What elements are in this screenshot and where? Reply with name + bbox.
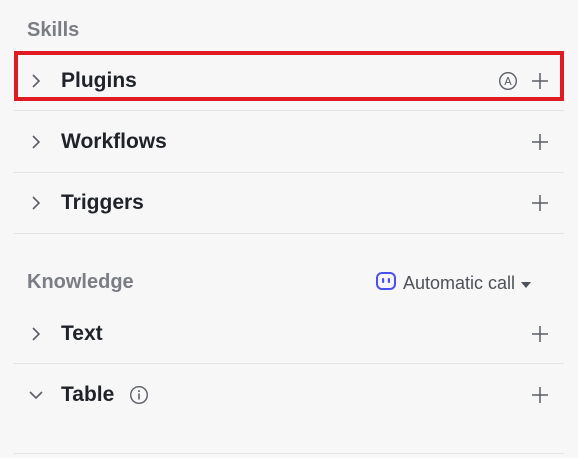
knowledge-row-text[interactable]: Text (14, 304, 564, 364)
skill-row-workflows[interactable]: Workflows (14, 112, 564, 173)
automatic-call-label: Automatic call (403, 273, 516, 293)
knowledge-label-table: Table (61, 382, 115, 406)
knowledge-label-text: Text (61, 321, 103, 345)
chevron-right-icon[interactable] (28, 134, 44, 150)
add-text-plus-icon[interactable] (530, 324, 550, 344)
add-workflow-plus-icon[interactable] (530, 132, 550, 152)
bottom-divider (14, 453, 564, 454)
caret-down-icon (521, 273, 532, 294)
add-table-plus-icon[interactable] (530, 385, 550, 405)
skill-label-workflows: Workflows (61, 130, 167, 153)
knowledge-section-title: Knowledge (27, 271, 134, 293)
skill-label-triggers: Triggers (61, 191, 144, 214)
knowledge-row-table[interactable]: Table (14, 364, 564, 425)
chevron-right-icon[interactable] (28, 326, 44, 342)
skill-label-plugins: Plugins (61, 68, 137, 92)
automatic-call-dropdown[interactable]: Automatic call (375, 271, 532, 296)
svg-text:A: A (504, 75, 512, 88)
skills-section-title: Skills (27, 19, 80, 41)
auto-a-icon[interactable]: A (498, 71, 518, 91)
skill-row-triggers[interactable]: Triggers (14, 173, 564, 234)
chevron-right-icon[interactable] (28, 73, 44, 89)
info-icon[interactable] (129, 385, 149, 405)
skill-row-plugins[interactable]: Plugins A (14, 51, 564, 111)
add-plugin-plus-icon[interactable] (530, 71, 550, 91)
robot-icon (375, 271, 397, 296)
chevron-right-icon[interactable] (28, 195, 44, 211)
add-trigger-plus-icon[interactable] (530, 193, 550, 213)
chevron-down-icon[interactable] (28, 387, 44, 403)
